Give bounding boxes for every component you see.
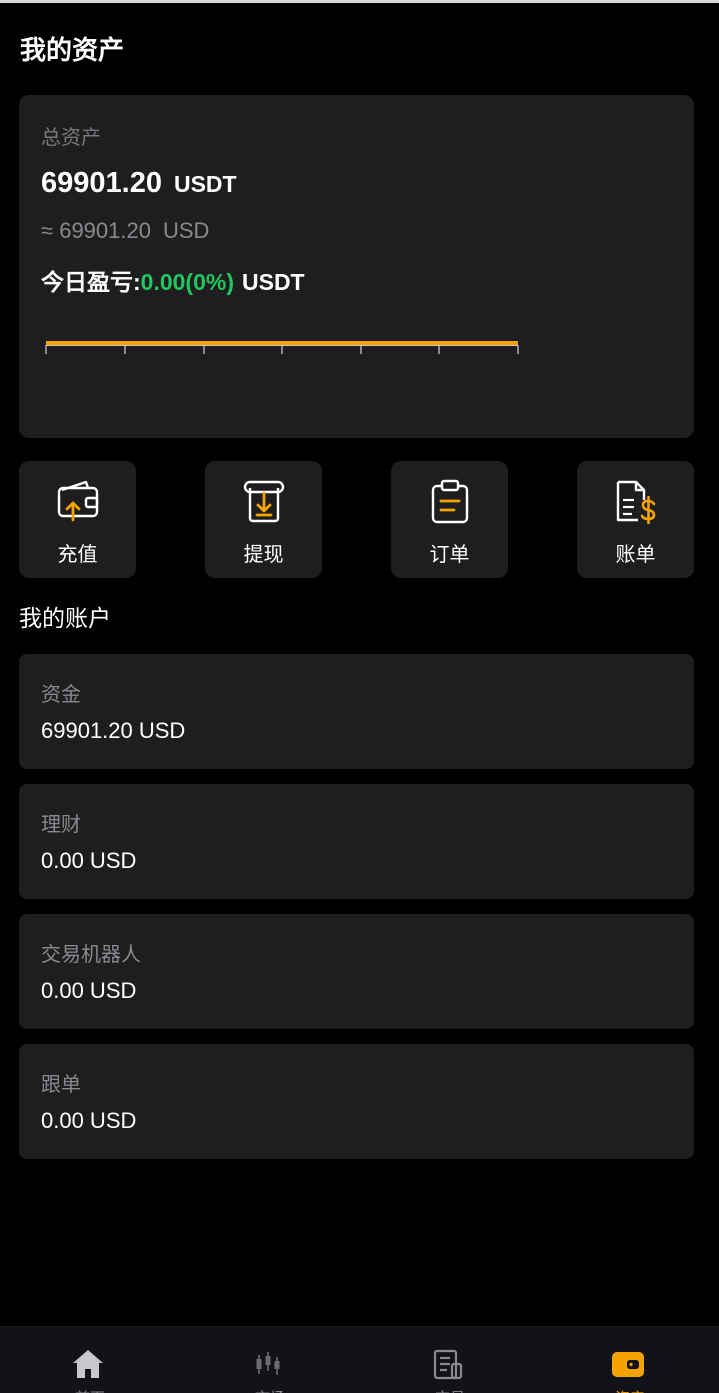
pnl-label: 今日盈亏: <box>41 269 141 295</box>
tab-label: 交易 <box>360 1387 540 1393</box>
orders-button[interactable]: 订单 <box>391 461 508 578</box>
approx-unit: USD <box>162 218 210 243</box>
total-approx-usd: ≈ 69901.20 USD <box>41 218 209 244</box>
total-amount-unit: USDT <box>173 171 237 197</box>
tab-market[interactable]: 市场 <box>180 1327 360 1393</box>
bottom-tab-bar: 首页 市场 交易 <box>0 1326 719 1393</box>
account-wealth[interactable]: 理财 0.00 USD <box>19 784 694 899</box>
approx-amount: 69901.20 <box>59 218 151 243</box>
tab-home[interactable]: 首页 <box>0 1327 180 1393</box>
pnl-trend-chart <box>45 341 519 354</box>
tab-label: 市场 <box>180 1387 360 1393</box>
bill-dollar-icon <box>616 480 656 524</box>
account-name: 理财 <box>41 814 81 836</box>
withdraw-label: 提现 <box>243 544 284 566</box>
orders-label: 订单 <box>429 544 470 566</box>
wallet-icon <box>612 1352 644 1377</box>
pnl-value: 0.00(0%) <box>140 269 234 295</box>
bills-button[interactable]: 账单 <box>577 461 694 578</box>
account-funds[interactable]: 资金 69901.20 USD <box>19 654 694 769</box>
account-copy-trading[interactable]: 跟单 0.00 USD <box>19 1044 694 1159</box>
account-name: 交易机器人 <box>41 944 141 966</box>
account-value: 0.00 USD <box>41 848 137 873</box>
total-amount-value: 69901.20 <box>41 167 162 199</box>
page-title: 我的资产 <box>20 35 125 65</box>
wallet-deposit-icon <box>57 480 99 522</box>
account-name: 资金 <box>41 684 81 706</box>
clipboard-icon <box>431 479 469 524</box>
withdraw-button[interactable]: 提现 <box>205 461 322 578</box>
tab-label: 首页 <box>0 1387 180 1393</box>
total-assets-amount: 69901.20 USDT <box>41 167 237 200</box>
assets-page: 我的资产 总资产 69901.20 USDT ≈ 69901.20 USD 今日盈亏… <box>0 0 719 1393</box>
account-value: 0.00 USD <box>41 1108 137 1133</box>
tab-label: 资产 <box>540 1387 719 1393</box>
my-accounts-title: 我的账户 <box>19 605 111 631</box>
today-pnl: 今日盈亏:0.00(0%) USDT <box>41 263 305 297</box>
tab-assets[interactable]: 资产 <box>540 1327 719 1393</box>
quick-actions: 充值 提现 订单 账单 <box>19 461 694 578</box>
candlestick-icon <box>256 1352 280 1375</box>
total-assets-card: 总资产 69901.20 USDT ≈ 69901.20 USD 今日盈亏:0.00… <box>19 95 694 438</box>
account-value: 0.00 USD <box>41 978 137 1003</box>
approx-prefix: ≈ <box>41 218 54 243</box>
pnl-unit: USDT <box>242 269 305 295</box>
account-trading-bot[interactable]: 交易机器人 0.00 USD <box>19 914 694 1029</box>
home-icon <box>73 1350 103 1378</box>
total-assets-label: 总资产 <box>41 127 101 149</box>
account-value: 69901.20 USD <box>41 718 186 743</box>
deposit-button[interactable]: 充值 <box>19 461 136 578</box>
tab-trade[interactable]: 交易 <box>360 1327 540 1393</box>
document-icon <box>433 1349 463 1380</box>
deposit-label: 充值 <box>57 544 98 566</box>
bills-label: 账单 <box>615 544 656 566</box>
account-name: 跟单 <box>41 1074 81 1096</box>
withdraw-icon <box>243 480 285 523</box>
